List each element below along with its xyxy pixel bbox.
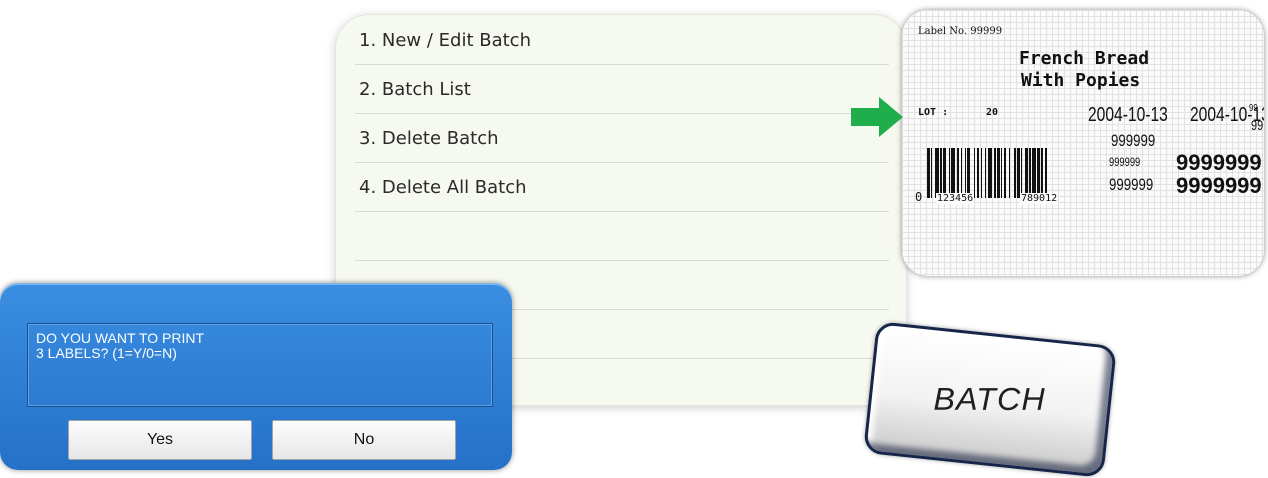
print-confirm-dialog: DO YOU WANT TO PRINT 3 LABELS? (1=Y/0=N)… xyxy=(0,283,512,470)
barcode-left-digits: 123456 xyxy=(936,193,975,204)
lot-value: 20 xyxy=(986,107,999,118)
big-number-2: 9999999 xyxy=(1176,173,1262,198)
batch-key-label: BATCH xyxy=(933,381,1047,417)
date1-clip: 2004-10-13 xyxy=(1088,104,1191,128)
menu-item-batch-list[interactable]: 2. Batch List xyxy=(355,65,889,114)
menu-item-label: 1. New / Edit Batch xyxy=(359,29,531,51)
menu-item-label: 2. Batch List xyxy=(359,78,471,100)
no-button[interactable]: No xyxy=(272,420,456,460)
menu-row-empty xyxy=(355,212,889,261)
batch-key-button[interactable]: BATCH xyxy=(863,321,1117,478)
product-title-line2: With Popies xyxy=(1021,70,1141,91)
yes-button[interactable]: Yes xyxy=(68,420,252,460)
menu-item-new-edit-batch[interactable]: 1. New / Edit Batch xyxy=(355,16,889,65)
dialog-message-line1: DO YOU WANT TO PRINT xyxy=(36,330,205,346)
menu-item-delete-all-batch[interactable]: 4. Delete All Batch xyxy=(355,163,889,212)
lot-label: LOT : xyxy=(918,107,949,118)
barcode-lead-digit: 0 xyxy=(915,190,923,204)
dialog-message-line2: 3 LABELS? (1=Y/0=N) xyxy=(36,345,177,361)
menu-item-label: 4. Delete All Batch xyxy=(359,176,527,198)
label-number: Label No. 99999 xyxy=(918,26,1003,37)
barcode-right-digits: 789012 xyxy=(1020,193,1059,204)
menu-item-delete-batch[interactable]: 3. Delete Batch xyxy=(355,114,889,163)
label-preview: Label No. 99999 French Bread With Popies… xyxy=(902,10,1264,276)
number-a: 999999 xyxy=(1111,131,1156,150)
barcode xyxy=(927,148,1089,198)
small-number-bottom: 99 xyxy=(1251,117,1264,133)
small-number-top: 99 xyxy=(1249,103,1258,114)
date1: 2004-10-13 xyxy=(1088,104,1168,126)
number-b: 999999 xyxy=(1109,155,1141,169)
product-title-line1: French Bread xyxy=(1019,48,1150,69)
dialog-message: DO YOU WANT TO PRINT 3 LABELS? (1=Y/0=N) xyxy=(27,323,493,407)
number-c: 999999 xyxy=(1109,175,1154,194)
menu-item-label: 3. Delete Batch xyxy=(359,127,499,149)
arrow-right-icon xyxy=(851,97,903,137)
